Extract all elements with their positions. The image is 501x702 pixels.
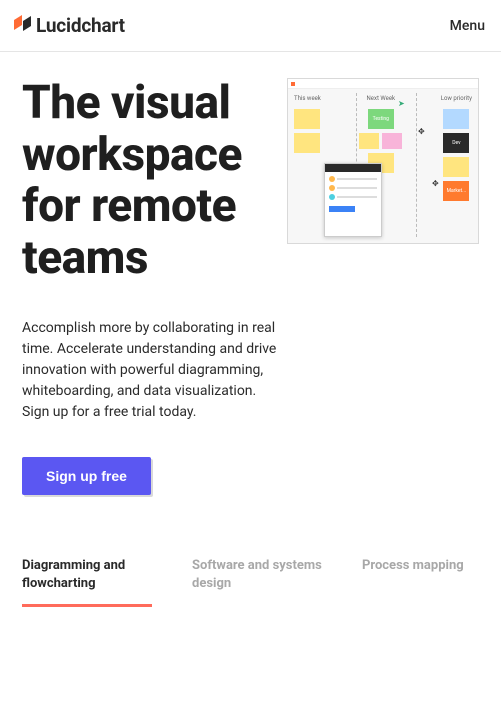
hero-illustration: This week Next Week Testing Low priority… [287,78,479,244]
cursor-icon: ➤ [398,99,405,108]
move-icon: ✥ [432,179,439,188]
illust-col-label: Low priority [441,95,472,102]
brand-logo[interactable]: Lucidchart [14,14,125,37]
site-header: Lucidchart Menu [0,0,501,52]
move-icon: ✥ [418,127,425,136]
sticky-note: Testing [368,109,394,129]
signup-button[interactable]: Sign up free [22,457,151,495]
sticky-note: Market... [443,181,469,201]
hero-content: The visual workspace for remote teams [22,78,267,318]
illust-col-label: Next Week [367,95,396,102]
sticky-note [359,133,379,149]
hero-lower: Accomplish more by collaborating in real… [0,318,501,495]
hero-section: The visual workspace for remote teams Th… [0,52,501,318]
sticky-note [294,133,320,153]
lucidchart-logo-icon [14,15,32,37]
illust-col-label: This week [294,95,321,102]
feature-tabs: Diagramming and flowcharting Software an… [0,557,501,607]
tab-diagramming[interactable]: Diagramming and flowcharting [22,557,152,607]
hero-title: The visual workspace for remote teams [22,78,267,284]
tab-software-design[interactable]: Software and systems design [192,557,322,607]
tab-process-mapping[interactable]: Process mapping [362,557,464,607]
sticky-note [294,109,320,129]
illust-dialog [324,163,382,237]
sticky-note [443,157,469,177]
sticky-note [382,133,402,149]
sticky-note: Dev [443,133,469,153]
sticky-note [443,109,469,129]
hero-subtitle: Accomplish more by collaborating in real… [22,318,282,423]
brand-name: Lucidchart [36,14,125,37]
menu-button[interactable]: Menu [450,18,485,34]
